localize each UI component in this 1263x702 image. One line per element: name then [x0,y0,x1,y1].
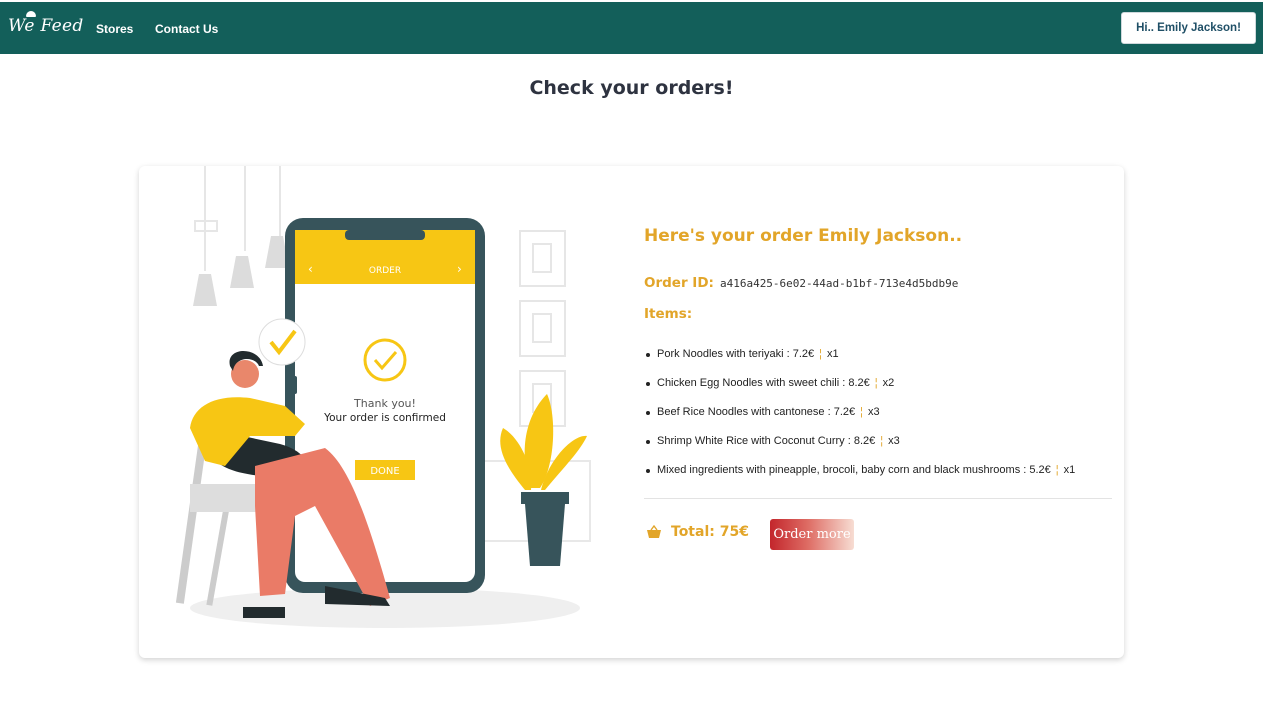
order-more-button[interactable]: Order more [770,519,854,550]
list-item: Beef Rice Noodles with cantonese : 7.2€ ¦… [645,406,1075,435]
thank-you-text: Thank you! [353,397,416,410]
item-separator: ¦ [819,348,822,360]
divider [644,498,1112,499]
item-quantity: x3 [888,435,900,447]
item-text: Shrimp White Rice with Coconut Curry : 8… [657,435,876,447]
item-quantity: x3 [867,406,880,418]
items-label: Items: [644,306,693,322]
order-id-row: Order ID: a416a425-6e02-44ad-b1bf-713e4d… [644,275,958,291]
total-row: Total: 75€ [646,524,749,540]
page-title: Check your orders! [529,77,734,99]
item-separator: ¦ [860,406,863,418]
item-text: Chicken Egg Noodles with sweet chili : 8… [657,377,870,389]
svg-text:›: › [457,262,462,276]
order-id-label: Order ID: [644,275,714,291]
list-item: Chicken Egg Noodles with sweet chili : 8… [645,377,1075,406]
item-quantity: x1 [827,348,839,360]
order-total: Total: 75€ [671,524,749,540]
basket-icon [647,525,661,538]
item-text: Mixed ingredients with pineapple, brocol… [657,464,1051,476]
order-id-value: a416a425-6e02-44ad-b1bf-713e4d5bdb9e [719,277,959,290]
user-button[interactable]: Hi.. Emily Jackson! [1121,12,1256,44]
list-item: Shrimp White Rice with Coconut Curry : 8… [645,435,1075,464]
order-confirmed-text: Your order is confirmed [323,412,446,424]
item-separator: ¦ [880,435,884,447]
navbar: We Feed Stores Contact Us Hi.. Emily Jac… [0,2,1263,54]
item-separator: ¦ [874,377,878,389]
logo[interactable]: We Feed [8,16,84,36]
item-quantity: x2 [882,377,895,389]
item-text: Pork Noodles with teriyaki : 7.2€ [657,348,815,360]
item-quantity: x1 [1063,464,1076,476]
phone-screen-header: ORDER [369,266,401,276]
svg-text:‹: ‹ [308,262,313,276]
done-button: DONE [370,466,399,477]
item-separator: ¦ [1055,464,1059,476]
nav-link-contact-us[interactable]: Contact Us [155,22,218,36]
order-confirmed-illustration: ORDER ‹ › Thank you! Your order is confi… [175,166,591,628]
list-item: Mixed ingredients with pineapple, brocol… [645,464,1076,493]
items-list: Pork Noodles with teriyaki : 7.2€ ¦ x1 Chi… [645,348,1076,493]
list-item: Pork Noodles with teriyaki : 7.2€ ¦ x1 [645,348,1075,377]
item-text: Beef Rice Noodles with cantonese : 7.2€ [657,406,856,418]
order-heading: Here's your order Emily Jackson.. [644,226,963,246]
nav-link-stores[interactable]: Stores [96,22,133,36]
